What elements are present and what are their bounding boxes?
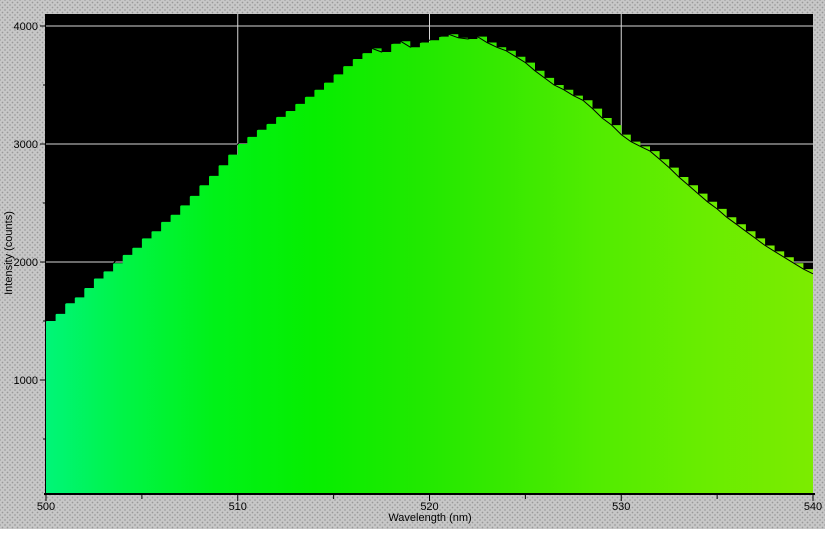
x-axis-title: Wavelength (nm)	[388, 512, 471, 524]
y-axis-title: Intensity (counts)	[3, 211, 15, 295]
y-tick-label: 3000	[14, 139, 38, 151]
y-tick-label: 4000	[14, 21, 38, 33]
spectrometer-window: 500 510 520 530 540 1000 2000 3000 4000 Intensit…	[0, 0, 825, 529]
spectrum-chart: 500 510 520 530 5401000200030004000 Intensit…	[3, 14, 822, 524]
y-tick-label: 2000	[14, 257, 38, 269]
x-tick-label: 540	[804, 501, 822, 513]
x-tick-label: 500	[37, 501, 55, 513]
y-tick-label: 1000	[14, 375, 38, 387]
x-tick-label: 510	[229, 501, 247, 513]
x-tick-label: 530	[612, 501, 630, 513]
